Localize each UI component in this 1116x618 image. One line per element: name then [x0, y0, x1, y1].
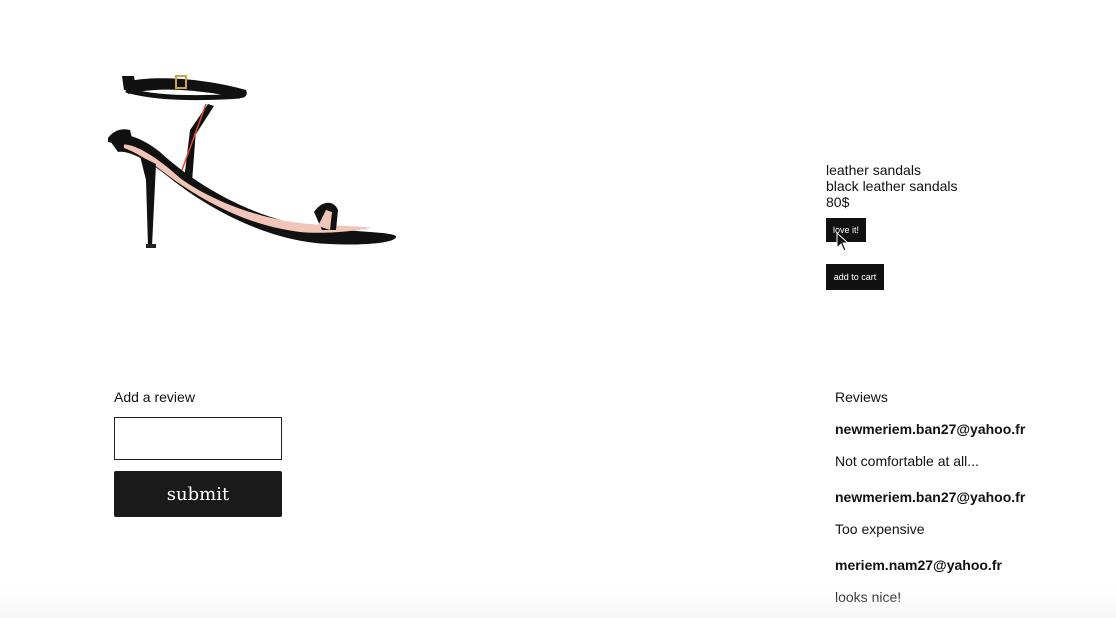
review-item: meriem.nam27@yahoo.fr looks nice! [835, 557, 1095, 605]
review-text: Too expensive [835, 521, 925, 537]
review-author: meriem.nam27@yahoo.fr [835, 557, 1002, 573]
add-review-label: Add a review [114, 389, 195, 405]
review-text: looks nice! [835, 589, 902, 605]
reviews-heading: Reviews [835, 389, 888, 405]
review-input[interactable] [114, 417, 282, 460]
product-price: 80$ [826, 194, 850, 210]
product-description: black leather sandals [826, 178, 958, 194]
product-info: leather sandals black leather sandals 80… [826, 162, 958, 210]
review-author: newmeriem.ban27@yahoo.fr [835, 421, 1026, 437]
review-text: Not comfortable at all... [835, 453, 979, 469]
mouse-pointer-icon [836, 232, 850, 252]
add-to-cart-button[interactable]: add to cart [826, 264, 884, 290]
submit-button[interactable]: submit [114, 471, 282, 517]
reviews-section: Reviews newmeriem.ban27@yahoo.fr Not com… [835, 389, 1095, 605]
product-page: leather sandals black leather sandals 80… [0, 0, 1116, 618]
review-item: newmeriem.ban27@yahoo.fr Not comfortable… [835, 421, 1095, 469]
review-item: newmeriem.ban27@yahoo.fr Too expensive [835, 489, 1095, 537]
product-image [108, 75, 397, 248]
product-name: leather sandals [826, 162, 921, 178]
review-author: newmeriem.ban27@yahoo.fr [835, 489, 1026, 505]
